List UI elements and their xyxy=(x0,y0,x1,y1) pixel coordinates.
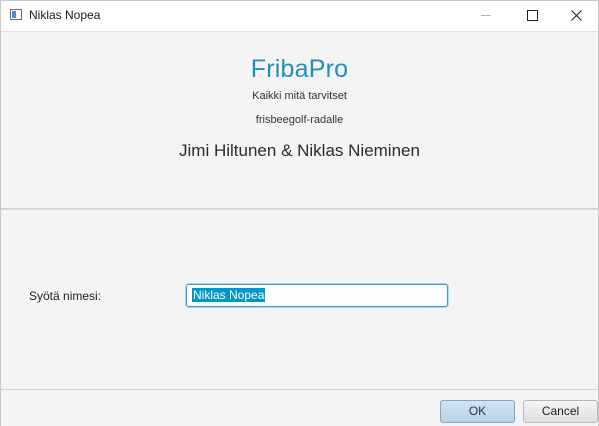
dialog-window: Niklas Nopea FribaPro Kaikki mitä tarvit… xyxy=(0,0,599,426)
window-icon xyxy=(10,9,22,20)
ok-button[interactable]: OK xyxy=(440,400,515,423)
title-bar[interactable]: Niklas Nopea xyxy=(1,1,598,32)
cancel-button[interactable]: Cancel xyxy=(523,400,598,423)
name-input[interactable]: Niklas Nopea xyxy=(186,284,448,307)
button-bar: OK Cancel xyxy=(1,389,598,426)
maximize-button[interactable] xyxy=(509,1,555,31)
name-label: Syötä nimesi: xyxy=(29,289,102,303)
authors-text: Jimi Hiltunen & Niklas Nieminen xyxy=(179,141,420,160)
header-separator xyxy=(1,208,598,212)
close-icon xyxy=(571,10,582,21)
name-input-value: Niklas Nopea xyxy=(192,288,266,302)
tagline-line-1: Kaikki mitä tarvitset xyxy=(252,90,347,102)
minimize-button[interactable] xyxy=(463,1,509,31)
close-button[interactable] xyxy=(553,1,599,31)
form-panel: Syötä nimesi: Niklas Nopea xyxy=(1,213,598,389)
app-brand-title: FribaPro xyxy=(250,55,349,83)
tagline-line-2: frisbeegolf-radalle xyxy=(255,114,344,126)
window-title: Niklas Nopea xyxy=(29,8,101,22)
